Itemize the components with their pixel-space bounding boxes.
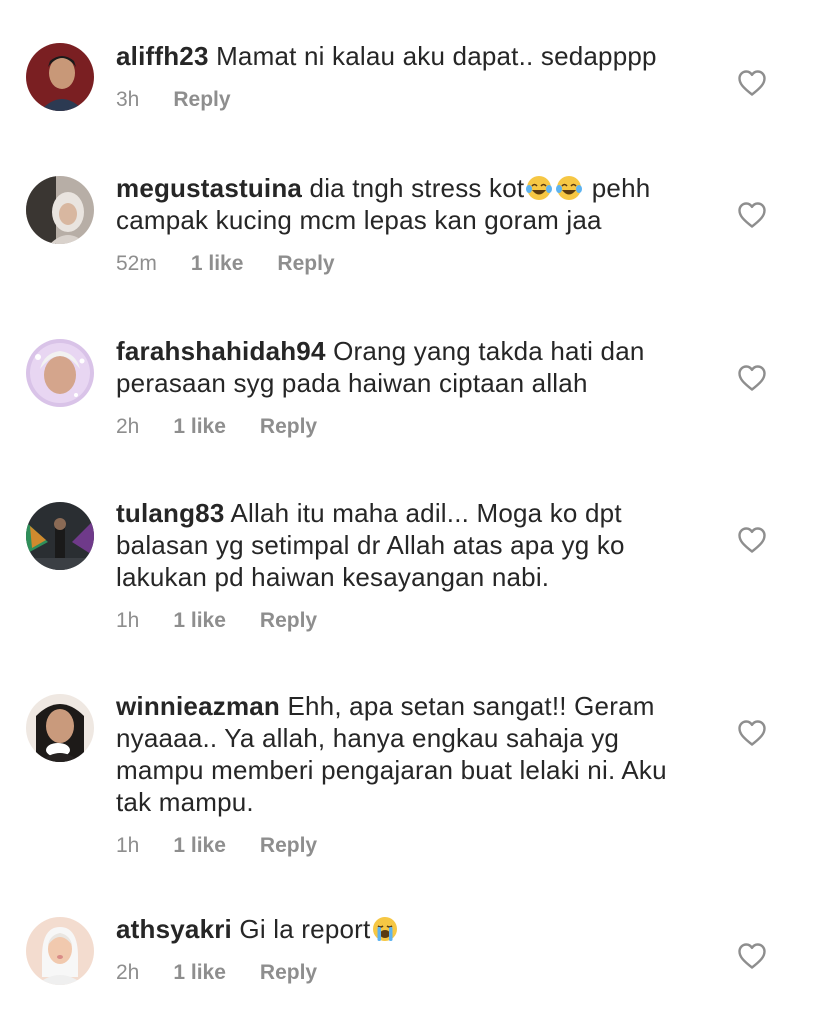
comment-meta: 2h 1 like Reply (116, 413, 706, 441)
avatar[interactable] (26, 694, 94, 762)
like-heart-icon[interactable] (737, 942, 767, 970)
like-heart-icon[interactable] (737, 69, 767, 97)
comment-meta: 3h Reply (116, 86, 706, 114)
comment-text: megustastuina dia tngh stress kot pehh c… (116, 172, 706, 236)
reply-button[interactable]: Reply (260, 959, 317, 987)
like-heart-icon[interactable] (737, 526, 767, 554)
reply-button[interactable]: Reply (260, 413, 317, 441)
comment-time: 2h (116, 415, 140, 438)
likes-count[interactable]: 1 like (173, 607, 226, 635)
face-with-tears-of-joy-emoji (555, 175, 583, 201)
avatar[interactable] (26, 502, 94, 570)
comment-username[interactable]: tulang83 (116, 498, 225, 528)
comment-body: athsyakri Gi la report 2h 1 like Reply (116, 913, 706, 987)
comment-body: farahshahidah94 Orang yang takda hati da… (116, 335, 706, 441)
avatar[interactable] (26, 176, 94, 244)
comment-content: Mamat ni kalau aku dapat.. sedapppp (216, 41, 657, 71)
likes-count[interactable]: 1 like (191, 250, 244, 278)
like-heart-icon[interactable] (737, 201, 767, 229)
loudly-crying-face-emoji (371, 916, 399, 942)
comment-username[interactable]: athsyakri (116, 914, 232, 944)
comment-username[interactable]: farahshahidah94 (116, 336, 326, 366)
avatar[interactable] (26, 339, 94, 407)
comment-username[interactable]: winnieazman (116, 691, 280, 721)
reply-button[interactable]: Reply (277, 250, 334, 278)
comment-body: winnieazman Ehh, apa setan sangat!! Gera… (116, 690, 706, 860)
reply-button[interactable]: Reply (173, 86, 230, 114)
comment-text: farahshahidah94 Orang yang takda hati da… (116, 335, 706, 399)
comment-meta: 2h 1 like Reply (116, 959, 706, 987)
comment-time: 3h (116, 88, 140, 111)
comment-time: 52m (116, 252, 157, 275)
likes-count[interactable]: 1 like (173, 959, 226, 987)
avatar[interactable] (26, 917, 94, 985)
face-with-tears-of-joy-emoji (525, 175, 553, 201)
comment-username[interactable]: aliffh23 (116, 41, 209, 71)
comment-text: winnieazman Ehh, apa setan sangat!! Gera… (116, 690, 706, 818)
likes-count[interactable]: 1 like (173, 413, 226, 441)
comment-text: athsyakri Gi la report (116, 913, 706, 945)
comment-meta: 52m 1 like Reply (116, 250, 706, 278)
comment-meta: 1h 1 like Reply (116, 832, 706, 860)
comment-time: 2h (116, 961, 140, 984)
comment-content: Gi la report (239, 914, 371, 944)
comment-body: aliffh23 Mamat ni kalau aku dapat.. seda… (116, 40, 706, 114)
reply-button[interactable]: Reply (260, 607, 317, 635)
comment-text: aliffh23 Mamat ni kalau aku dapat.. seda… (116, 40, 706, 72)
reply-button[interactable]: Reply (260, 832, 317, 860)
avatar[interactable] (26, 43, 94, 111)
comment-body: tulang83 Allah itu maha adil... Moga ko … (116, 497, 706, 635)
comment-meta: 1h 1 like Reply (116, 607, 706, 635)
like-heart-icon[interactable] (737, 719, 767, 747)
like-heart-icon[interactable] (737, 364, 767, 392)
comment-content: dia tngh stress kot (309, 173, 525, 203)
comment-body: megustastuina dia tngh stress kot pehh c… (116, 172, 706, 278)
comment-text: tulang83 Allah itu maha adil... Moga ko … (116, 497, 706, 593)
comment-time: 1h (116, 834, 140, 857)
likes-count[interactable]: 1 like (173, 832, 226, 860)
comment-time: 1h (116, 609, 140, 632)
comment-username[interactable]: megustastuina (116, 173, 302, 203)
